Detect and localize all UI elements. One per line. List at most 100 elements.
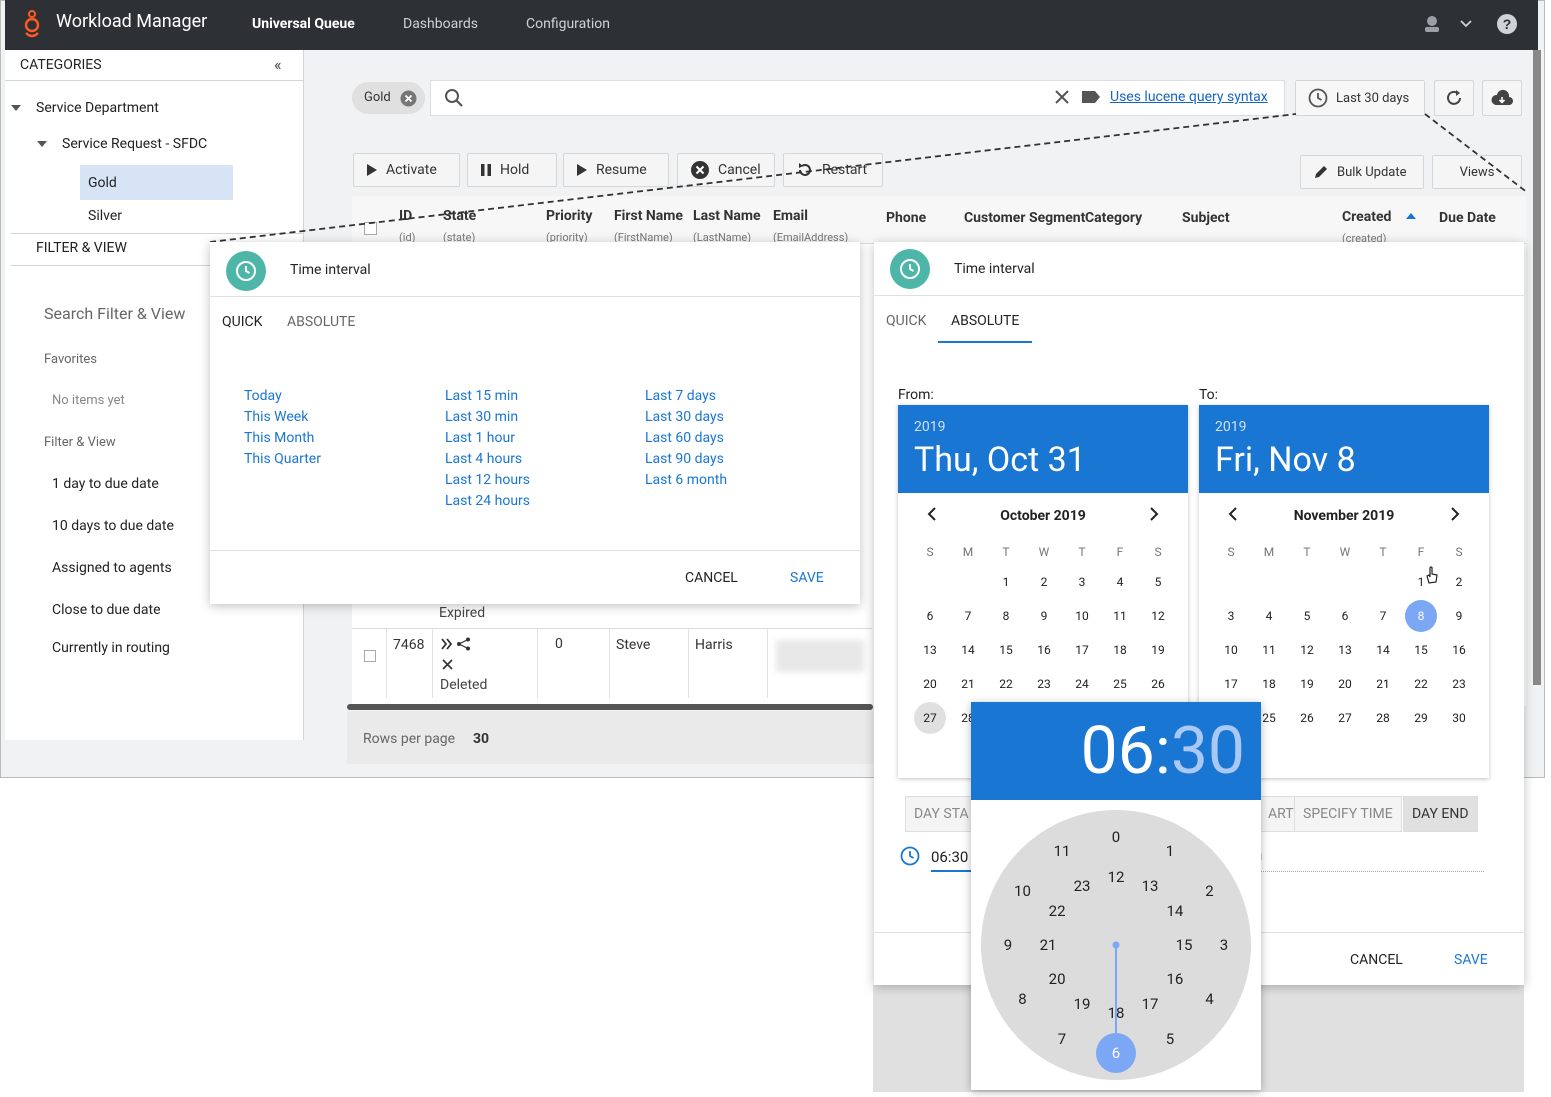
to-year[interactable]: 2019 bbox=[1215, 419, 1246, 435]
clock-hour[interactable]: 3 bbox=[1220, 936, 1228, 954]
clock-hour[interactable]: 18 bbox=[1108, 1004, 1125, 1022]
calendar-day[interactable]: 20 bbox=[1326, 669, 1364, 699]
day-end-button[interactable]: DAY END bbox=[1403, 796, 1478, 832]
save-button[interactable]: SAVE bbox=[790, 570, 824, 586]
calendar-day[interactable]: 12 bbox=[1139, 601, 1177, 631]
quick-option[interactable]: Last 1 hour bbox=[445, 430, 515, 446]
quick-option[interactable]: This Quarter bbox=[244, 451, 321, 467]
quick-option[interactable]: Last 12 hours bbox=[445, 472, 530, 488]
clock-hour[interactable]: 5 bbox=[1166, 1030, 1174, 1048]
calendar-day[interactable]: 5 bbox=[1288, 601, 1326, 631]
clock-hour[interactable]: 8 bbox=[1018, 990, 1026, 1008]
specify-time-button[interactable]: SPECIFY TIME bbox=[1294, 796, 1402, 832]
calendar-day[interactable]: 9 bbox=[1025, 601, 1063, 631]
calendar-day[interactable]: 26 bbox=[1139, 669, 1177, 699]
calendar-day[interactable]: 1 bbox=[987, 567, 1025, 597]
calendar-day[interactable]: 7 bbox=[1364, 601, 1402, 631]
calendar-day[interactable]: 18 bbox=[1250, 669, 1288, 699]
calendar-day[interactable]: 22 bbox=[1402, 669, 1440, 699]
chevron-right-icon[interactable] bbox=[1148, 507, 1160, 521]
calendar-day[interactable]: 10 bbox=[1212, 635, 1250, 665]
clock-hour[interactable]: 9 bbox=[1004, 936, 1012, 954]
from-time-input[interactable]: 06:30 bbox=[931, 848, 968, 866]
calendar-day[interactable]: 26 bbox=[1288, 703, 1326, 733]
clock-hour[interactable]: 11 bbox=[1054, 842, 1071, 860]
quick-option[interactable]: Last 30 min bbox=[445, 409, 518, 425]
calendar-day[interactable]: 21 bbox=[1364, 669, 1402, 699]
clock-hour[interactable]: 22 bbox=[1049, 902, 1066, 920]
calendar-day[interactable]: 4 bbox=[1101, 567, 1139, 597]
quick-option[interactable]: Last 4 hours bbox=[445, 451, 522, 467]
calendar-day[interactable]: 2 bbox=[1025, 567, 1063, 597]
time-hours[interactable]: 06 bbox=[1081, 713, 1155, 790]
calendar-day[interactable]: 19 bbox=[1288, 669, 1326, 699]
quick-option[interactable]: This Month bbox=[244, 430, 314, 446]
clock-hour[interactable]: 19 bbox=[1074, 995, 1091, 1013]
clock-hour[interactable]: 7 bbox=[1058, 1030, 1066, 1048]
calendar-day[interactable]: 11 bbox=[1250, 635, 1288, 665]
calendar-day[interactable]: 7 bbox=[949, 601, 987, 631]
calendar-day[interactable]: 14 bbox=[949, 635, 987, 665]
clock-hour[interactable]: 2 bbox=[1205, 882, 1213, 900]
quick-option[interactable]: Last 90 days bbox=[645, 451, 724, 467]
calendar-day[interactable]: 3 bbox=[1212, 601, 1250, 631]
calendar-day[interactable]: 5 bbox=[1139, 567, 1177, 597]
calendar-day[interactable]: 17 bbox=[1063, 635, 1101, 665]
calendar-day[interactable]: 9 bbox=[1440, 601, 1478, 631]
quick-option[interactable]: Last 7 days bbox=[645, 388, 716, 404]
clock-hour[interactable]: 23 bbox=[1074, 877, 1091, 895]
calendar-day[interactable]: 11 bbox=[1101, 601, 1139, 631]
clock-hour[interactable]: 15 bbox=[1176, 936, 1193, 954]
clock-hour[interactable]: 13 bbox=[1142, 877, 1159, 895]
clock-hour[interactable]: 1 bbox=[1166, 842, 1174, 860]
calendar-day[interactable]: 13 bbox=[911, 635, 949, 665]
cancel-button[interactable]: CANCEL bbox=[1350, 952, 1403, 968]
calendar-day[interactable]: 23 bbox=[1025, 669, 1063, 699]
calendar-day[interactable]: 4 bbox=[1250, 601, 1288, 631]
clock-hour[interactable]: 16 bbox=[1166, 970, 1183, 988]
clock-hour[interactable]: 4 bbox=[1205, 990, 1213, 1008]
calendar-day[interactable]: 23 bbox=[1440, 669, 1478, 699]
chevron-right-icon[interactable] bbox=[1449, 507, 1461, 521]
calendar-day[interactable]: 6 bbox=[1326, 601, 1364, 631]
calendar-day[interactable]: 10 bbox=[1063, 601, 1101, 631]
calendar-day[interactable]: 21 bbox=[949, 669, 987, 699]
calendar-day[interactable]: 15 bbox=[1402, 635, 1440, 665]
save-button[interactable]: SAVE bbox=[1454, 952, 1488, 968]
tab-quick[interactable]: QUICK bbox=[886, 313, 926, 329]
tab-absolute[interactable]: ABSOLUTE bbox=[287, 314, 355, 330]
clock-hour[interactable]: 20 bbox=[1049, 970, 1066, 988]
calendar-day[interactable]: 15 bbox=[987, 635, 1025, 665]
calendar-day[interactable]: 6 bbox=[911, 601, 949, 631]
calendar-day[interactable]: 2 bbox=[1440, 567, 1478, 597]
quick-option[interactable]: Today bbox=[244, 388, 282, 404]
time-minutes[interactable]: 30 bbox=[1171, 713, 1245, 790]
clock-hour[interactable]: 21 bbox=[1040, 936, 1057, 954]
clock-hour[interactable]: 14 bbox=[1166, 902, 1183, 920]
calendar-day[interactable]: 27 bbox=[1326, 703, 1364, 733]
calendar-day[interactable]: 18 bbox=[1101, 635, 1139, 665]
quick-option[interactable]: Last 24 hours bbox=[445, 493, 530, 509]
quick-option[interactable]: Last 15 min bbox=[445, 388, 518, 404]
calendar-day[interactable]: 13 bbox=[1326, 635, 1364, 665]
clock-hour[interactable]: 6 bbox=[1112, 1044, 1120, 1062]
tab-absolute[interactable]: ABSOLUTE bbox=[951, 313, 1019, 329]
from-year[interactable]: 2019 bbox=[914, 419, 945, 435]
calendar-day[interactable]: 22 bbox=[987, 669, 1025, 699]
calendar-day[interactable]: 29 bbox=[1402, 703, 1440, 733]
calendar-day[interactable]: 8 bbox=[987, 601, 1025, 631]
calendar-day[interactable]: 3 bbox=[1063, 567, 1101, 597]
calendar-day[interactable]: 27 bbox=[911, 702, 949, 734]
calendar-day[interactable]: 16 bbox=[1025, 635, 1063, 665]
quick-option[interactable]: Last 60 days bbox=[645, 430, 724, 446]
calendar-day[interactable]: 19 bbox=[1139, 635, 1177, 665]
clock-hour[interactable]: 0 bbox=[1112, 828, 1120, 846]
clock-hour[interactable]: 12 bbox=[1108, 868, 1125, 886]
clock-hour[interactable]: 10 bbox=[1014, 882, 1031, 900]
selected-day[interactable]: 27 bbox=[914, 702, 946, 734]
calendar-day[interactable]: 12 bbox=[1288, 635, 1326, 665]
calendar-day[interactable]: 16 bbox=[1440, 635, 1478, 665]
clock-face[interactable]: 0 12 1 13 2 14 3 15 4 16 5 17 6 18 7 19 8 20 9 21 10 22 11 23 bbox=[981, 810, 1251, 1080]
clock-hour[interactable]: 17 bbox=[1142, 995, 1159, 1013]
quick-option[interactable]: Last 30 days bbox=[645, 409, 724, 425]
